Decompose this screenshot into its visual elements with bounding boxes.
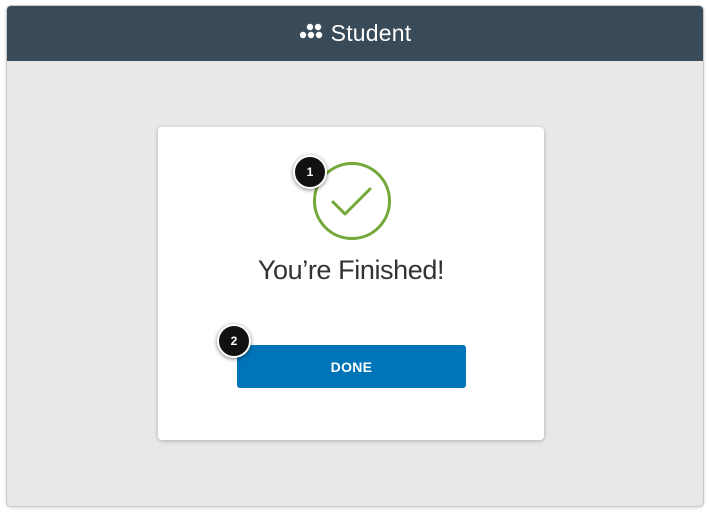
callout-marker-1: 1	[293, 155, 327, 189]
done-button[interactable]: DONE	[237, 345, 466, 388]
student-logo-icon	[299, 22, 323, 45]
app-title: Student	[330, 20, 412, 46]
callout-marker-2: 2	[217, 324, 251, 358]
top-navigation-bar: Student	[7, 6, 703, 61]
app-window: Student You’re Finished! DONE 1 2	[6, 5, 704, 507]
completion-card: You’re Finished! DONE 1 2	[158, 127, 544, 440]
brand: Student	[299, 20, 412, 47]
completion-heading: You’re Finished!	[257, 255, 445, 285]
